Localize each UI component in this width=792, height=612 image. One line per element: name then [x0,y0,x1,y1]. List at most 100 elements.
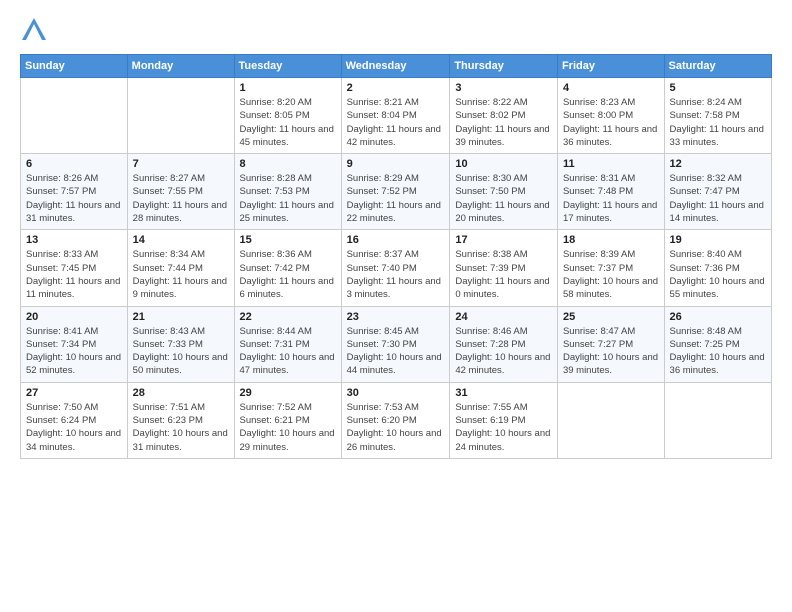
day-detail: Sunrise: 8:23 AM Sunset: 8:00 PM Dayligh… [563,96,659,149]
page: SundayMondayTuesdayWednesdayThursdayFrid… [0,0,792,469]
day-number: 29 [240,387,336,399]
day-detail: Sunrise: 8:31 AM Sunset: 7:48 PM Dayligh… [563,172,659,225]
calendar-cell [557,382,664,458]
day-number: 16 [347,234,445,246]
day-number: 17 [455,234,552,246]
calendar-cell: 13 Sunrise: 8:33 AM Sunset: 7:45 PM Dayli… [21,230,128,306]
day-detail: Sunrise: 8:21 AM Sunset: 8:04 PM Dayligh… [347,96,445,149]
day-number: 18 [563,234,659,246]
day-number: 22 [240,311,336,323]
calendar-cell: 4 Sunrise: 8:23 AM Sunset: 8:00 PM Daylig… [557,78,664,154]
day-detail: Sunrise: 8:38 AM Sunset: 7:39 PM Dayligh… [455,248,552,301]
header [20,16,772,44]
weekday-header: Thursday [450,55,558,78]
calendar-cell: 2 Sunrise: 8:21 AM Sunset: 8:04 PM Daylig… [341,78,450,154]
day-detail: Sunrise: 8:26 AM Sunset: 7:57 PM Dayligh… [26,172,122,225]
calendar-cell: 12Sunrise: 8:32 AM Sunset: 7:47 PM Dayli… [664,154,771,230]
day-detail: Sunrise: 8:27 AM Sunset: 7:55 PM Dayligh… [133,172,229,225]
day-detail: Sunrise: 8:34 AM Sunset: 7:44 PM Dayligh… [133,248,229,301]
day-detail: Sunrise: 8:48 AM Sunset: 7:25 PM Dayligh… [670,325,766,378]
calendar-cell: 18Sunrise: 8:39 AM Sunset: 7:37 PM Dayli… [557,230,664,306]
day-detail: Sunrise: 8:40 AM Sunset: 7:36 PM Dayligh… [670,248,766,301]
day-number: 11 [563,158,659,170]
day-number: 13 [26,234,122,246]
day-detail: Sunrise: 8:32 AM Sunset: 7:47 PM Dayligh… [670,172,766,225]
day-detail: Sunrise: 8:28 AM Sunset: 7:53 PM Dayligh… [240,172,336,225]
day-detail: Sunrise: 8:22 AM Sunset: 8:02 PM Dayligh… [455,96,552,149]
weekday-header: Tuesday [234,55,341,78]
calendar-cell: 31 Sunrise: 7:55 AM Sunset: 6:19 PM Dayli… [450,382,558,458]
calendar-cell: 7 Sunrise: 8:27 AM Sunset: 7:55 PM Daylig… [127,154,234,230]
day-number: 9 [347,158,445,170]
calendar-week-row: 13 Sunrise: 8:33 AM Sunset: 7:45 PM Dayli… [21,230,772,306]
day-detail: Sunrise: 8:41 AM Sunset: 7:34 PM Dayligh… [26,325,122,378]
weekday-header: Monday [127,55,234,78]
day-detail: Sunrise: 7:55 AM Sunset: 6:19 PM Dayligh… [455,401,552,454]
calendar-cell: 23Sunrise: 8:45 AM Sunset: 7:30 PM Dayli… [341,306,450,382]
calendar-cell: 24Sunrise: 8:46 AM Sunset: 7:28 PM Dayli… [450,306,558,382]
day-number: 20 [26,311,122,323]
weekday-row: SundayMondayTuesdayWednesdayThursdayFrid… [21,55,772,78]
calendar-cell: 25 Sunrise: 8:47 AM Sunset: 7:27 PM Dayli… [557,306,664,382]
calendar-cell [21,78,128,154]
calendar-week-row: 27 Sunrise: 7:50 AM Sunset: 6:24 PM Dayli… [21,382,772,458]
day-detail: Sunrise: 7:51 AM Sunset: 6:23 PM Dayligh… [133,401,229,454]
calendar: SundayMondayTuesdayWednesdayThursdayFrid… [20,54,772,459]
calendar-cell: 22 Sunrise: 8:44 AM Sunset: 7:31 PM Dayli… [234,306,341,382]
day-detail: Sunrise: 8:46 AM Sunset: 7:28 PM Dayligh… [455,325,552,378]
calendar-cell: 9Sunrise: 8:29 AM Sunset: 7:52 PM Daylig… [341,154,450,230]
calendar-cell: 26 Sunrise: 8:48 AM Sunset: 7:25 PM Dayli… [664,306,771,382]
day-number: 23 [347,311,445,323]
calendar-body: 1 Sunrise: 8:20 AM Sunset: 8:05 PM Daylig… [21,78,772,459]
day-number: 21 [133,311,229,323]
calendar-week-row: 1 Sunrise: 8:20 AM Sunset: 8:05 PM Daylig… [21,78,772,154]
calendar-cell: 6Sunrise: 8:26 AM Sunset: 7:57 PM Daylig… [21,154,128,230]
day-detail: Sunrise: 8:47 AM Sunset: 7:27 PM Dayligh… [563,325,659,378]
calendar-cell [127,78,234,154]
calendar-cell: 19 Sunrise: 8:40 AM Sunset: 7:36 PM Dayli… [664,230,771,306]
day-detail: Sunrise: 8:24 AM Sunset: 7:58 PM Dayligh… [670,96,766,149]
day-detail: Sunrise: 8:33 AM Sunset: 7:45 PM Dayligh… [26,248,122,301]
day-detail: Sunrise: 7:50 AM Sunset: 6:24 PM Dayligh… [26,401,122,454]
day-detail: Sunrise: 7:53 AM Sunset: 6:20 PM Dayligh… [347,401,445,454]
day-number: 10 [455,158,552,170]
weekday-header: Wednesday [341,55,450,78]
day-number: 19 [670,234,766,246]
calendar-cell: 28Sunrise: 7:51 AM Sunset: 6:23 PM Dayli… [127,382,234,458]
weekday-header: Friday [557,55,664,78]
calendar-cell: 10 Sunrise: 8:30 AM Sunset: 7:50 PM Dayli… [450,154,558,230]
day-number: 2 [347,82,445,94]
calendar-cell: 16 Sunrise: 8:37 AM Sunset: 7:40 PM Dayli… [341,230,450,306]
day-detail: Sunrise: 8:20 AM Sunset: 8:05 PM Dayligh… [240,96,336,149]
calendar-cell: 20 Sunrise: 8:41 AM Sunset: 7:34 PM Dayli… [21,306,128,382]
day-number: 31 [455,387,552,399]
calendar-cell: 5 Sunrise: 8:24 AM Sunset: 7:58 PM Daylig… [664,78,771,154]
day-number: 27 [26,387,122,399]
calendar-cell: 8 Sunrise: 8:28 AM Sunset: 7:53 PM Daylig… [234,154,341,230]
calendar-cell: 15 Sunrise: 8:36 AM Sunset: 7:42 PM Dayli… [234,230,341,306]
day-number: 14 [133,234,229,246]
day-number: 4 [563,82,659,94]
day-detail: Sunrise: 8:44 AM Sunset: 7:31 PM Dayligh… [240,325,336,378]
day-number: 1 [240,82,336,94]
day-number: 15 [240,234,336,246]
calendar-cell: 27 Sunrise: 7:50 AM Sunset: 6:24 PM Dayli… [21,382,128,458]
calendar-cell: 1 Sunrise: 8:20 AM Sunset: 8:05 PM Daylig… [234,78,341,154]
day-detail: Sunrise: 8:30 AM Sunset: 7:50 PM Dayligh… [455,172,552,225]
logo [20,16,52,44]
day-number: 25 [563,311,659,323]
calendar-header: SundayMondayTuesdayWednesdayThursdayFrid… [21,55,772,78]
day-number: 5 [670,82,766,94]
calendar-cell: 17 Sunrise: 8:38 AM Sunset: 7:39 PM Dayli… [450,230,558,306]
weekday-header: Saturday [664,55,771,78]
day-number: 7 [133,158,229,170]
day-number: 26 [670,311,766,323]
calendar-week-row: 6Sunrise: 8:26 AM Sunset: 7:57 PM Daylig… [21,154,772,230]
day-detail: Sunrise: 8:37 AM Sunset: 7:40 PM Dayligh… [347,248,445,301]
day-number: 8 [240,158,336,170]
day-detail: Sunrise: 8:36 AM Sunset: 7:42 PM Dayligh… [240,248,336,301]
calendar-cell: 14 Sunrise: 8:34 AM Sunset: 7:44 PM Dayli… [127,230,234,306]
weekday-header: Sunday [21,55,128,78]
calendar-cell: 21Sunrise: 8:43 AM Sunset: 7:33 PM Dayli… [127,306,234,382]
day-detail: Sunrise: 7:52 AM Sunset: 6:21 PM Dayligh… [240,401,336,454]
